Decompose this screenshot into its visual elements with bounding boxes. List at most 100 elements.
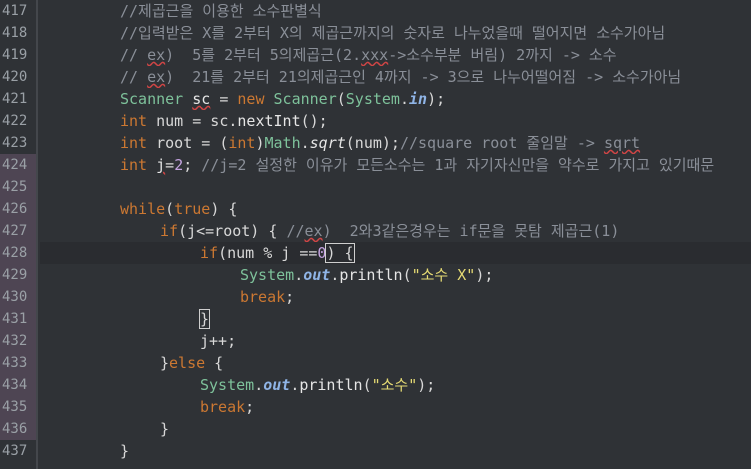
code-line[interactable]: 424 int j=2; //j=2 설정한 이유가 모든소수는 1과 자기자신… xyxy=(0,154,751,176)
variable-token: j xyxy=(156,156,166,174)
code-line[interactable]: 423 int root = (int)Math.sqrt(num);//squ… xyxy=(0,132,751,154)
line-number: 432 xyxy=(0,330,36,352)
line-content[interactable]: //제곱근을 이용한 소수판별식 xyxy=(40,0,751,22)
code-line[interactable]: 427 if(j<=root) { //ex) 2와3같은경우는 if문을 못탐… xyxy=(0,220,751,242)
line-content[interactable]: } xyxy=(40,418,751,440)
brace-token: } xyxy=(160,354,170,372)
code-line[interactable]: 419 // ex) 5를 2부터 5의제곱근(2.xxx->소수부분 버림) … xyxy=(0,44,751,66)
line-number: 419 xyxy=(2,47,28,63)
method-token: println xyxy=(299,376,363,394)
line-number: 425 xyxy=(0,176,36,198)
line-content[interactable]: }else { xyxy=(40,352,751,374)
line-content[interactable]: Scanner sc = new Scanner(System.in); xyxy=(40,88,751,110)
line-number: 436 xyxy=(0,418,36,440)
line-content[interactable]: j++; xyxy=(40,330,751,352)
comment-token: ->소수부분 버림) 2까지 -> 소수 xyxy=(388,46,617,64)
keyword-token: if xyxy=(200,244,219,262)
code-line[interactable]: 437 } xyxy=(0,440,751,462)
line-number: 437 xyxy=(2,443,28,459)
code-line[interactable]: 422 int num = sc.nextInt(); xyxy=(0,110,751,132)
code-line[interactable]: 430 break; xyxy=(0,286,751,308)
brace-token: } xyxy=(160,420,170,438)
code-token: ; xyxy=(245,398,255,416)
number-token: 2 xyxy=(174,156,184,174)
keyword-token: true xyxy=(174,200,211,218)
code-token: (num); xyxy=(345,134,400,152)
spelling-warning: xxx xyxy=(361,46,389,64)
line-number: 424 xyxy=(0,154,36,176)
line-content[interactable]: if(num % j ==0) { xyxy=(40,242,751,264)
code-line[interactable]: 431 } xyxy=(0,308,751,330)
line-content[interactable]: while(true) { xyxy=(40,198,751,220)
type-token: Scanner xyxy=(273,90,337,108)
paren-token: ); xyxy=(427,90,446,108)
code-line[interactable]: 417 //제곱근을 이용한 소수판별식 xyxy=(0,0,751,22)
code-line[interactable]: 429 System.out.println("소수 X"); xyxy=(0,264,751,286)
line-content[interactable]: System.out.println("소수 X"); xyxy=(40,264,751,286)
method-token: sqrt xyxy=(309,134,346,152)
code-line[interactable]: 433 }else { xyxy=(0,352,751,374)
code-line[interactable]: 420 // ex) 21를 2부터 21의제곱근인 4까지 -> 3으로 나누… xyxy=(0,66,751,88)
line-content[interactable]: int j=2; //j=2 설정한 이유가 모든소수는 1과 자기자신만을 약… xyxy=(40,154,751,176)
code-line-current[interactable]: 428 if(num % j ==0) { xyxy=(0,242,751,264)
line-content[interactable]: int num = sc.nextInt(); xyxy=(40,110,751,132)
code-line[interactable]: 426 while(true) { xyxy=(0,198,751,220)
code-token: (j<=root) { xyxy=(178,222,287,240)
line-content[interactable]: //입력받은 X를 2부터 X의 제곱근까지의 숫자로 나누었을때 떨어지면 소… xyxy=(40,22,751,44)
dot-token: . xyxy=(294,266,304,284)
line-content[interactable]: } xyxy=(40,308,751,330)
line-content[interactable]: break; xyxy=(40,286,751,308)
line-number: 430 xyxy=(0,286,36,308)
field-token: out xyxy=(263,376,291,394)
line-content[interactable]: } xyxy=(40,440,751,462)
field-token: in xyxy=(409,90,428,108)
comment-token: // xyxy=(120,46,148,64)
code-line[interactable]: 435 break; xyxy=(0,396,751,418)
code-line[interactable]: 434 System.out.println("소수"); xyxy=(0,374,751,396)
line-number: 433 xyxy=(0,352,36,374)
matched-brace: ) { xyxy=(325,243,355,263)
type-token: System xyxy=(240,266,295,284)
keyword-token: int xyxy=(120,156,148,174)
code-line[interactable]: 436 } xyxy=(0,418,751,440)
type-token: Math xyxy=(264,134,301,152)
keyword-token: int xyxy=(120,134,148,152)
matched-brace: } xyxy=(198,309,211,329)
line-number: 418 xyxy=(2,25,28,41)
line-content[interactable]: int root = (int)Math.sqrt(num);//square … xyxy=(40,132,751,154)
line-number: 417 xyxy=(2,3,28,19)
code-line[interactable]: 418 //입력받은 X를 2부터 X의 제곱근까지의 숫자로 나누었을때 떨어… xyxy=(0,22,751,44)
keyword-token: int xyxy=(228,134,256,152)
line-number: 421 xyxy=(2,91,28,107)
method-token: println xyxy=(339,266,403,284)
line-content[interactable]: break; xyxy=(40,396,751,418)
spelling-warning: ex xyxy=(304,222,323,240)
line-content[interactable]: // ex) 21를 2부터 21의제곱근인 4까지 -> 3으로 나누어떨어짐… xyxy=(40,66,751,88)
line-number: 427 xyxy=(0,220,36,242)
keyword-token: break xyxy=(240,288,286,306)
code-token: ; xyxy=(183,156,202,174)
paren-token: ( xyxy=(165,200,175,218)
line-content[interactable]: // ex) 5를 2부터 5의제곱근(2.xxx->소수부분 버림) 2까지 … xyxy=(40,44,751,66)
line-number: 423 xyxy=(2,135,28,151)
type-token: Scanner xyxy=(120,90,184,108)
code-token: (num % j == xyxy=(218,244,318,262)
line-content[interactable]: if(j<=root) { //ex) 2와3같은경우는 if문을 못탐 제곱근… xyxy=(40,220,751,242)
code-editor[interactable]: 417 //제곱근을 이용한 소수판별식 418 //입력받은 X를 2부터 X… xyxy=(0,0,751,469)
paren-token: ); xyxy=(417,376,436,394)
dot-token: . xyxy=(300,134,310,152)
code-line[interactable]: 425 xyxy=(0,176,751,198)
code-line[interactable]: 421 Scanner sc = new Scanner(System.in); xyxy=(0,88,751,110)
line-content[interactable] xyxy=(40,176,751,198)
line-number: 420 xyxy=(2,69,28,85)
method-token: nextInt xyxy=(237,112,301,130)
brace-token: } xyxy=(120,442,130,460)
code-token: num = sc. xyxy=(147,112,238,130)
code-token: root = ( xyxy=(147,134,229,152)
line-number: 422 xyxy=(2,113,28,129)
line-content[interactable]: System.out.println("소수"); xyxy=(40,374,751,396)
code-line[interactable]: 432 j++; xyxy=(0,330,751,352)
line-number: 428 xyxy=(0,242,36,264)
type-token: System xyxy=(200,376,255,394)
